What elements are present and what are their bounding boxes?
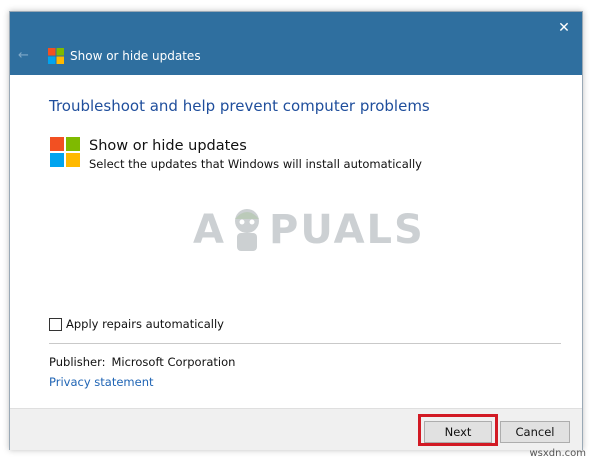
windows-logo-icon [48,48,64,64]
page-heading: Troubleshoot and help prevent computer p… [49,97,430,115]
tool-description: Select the updates that Windows will ins… [89,157,422,171]
divider [49,343,561,344]
close-icon: ✕ [558,20,570,36]
watermark-right-text: PUALS [269,207,425,253]
mascot-icon [235,209,259,251]
title-bar: ✕ ← Show or hide updates [10,12,582,75]
tool-title: Show or hide updates [89,138,247,154]
watermark-left-text: A [193,207,226,253]
back-button[interactable]: ← [18,49,36,63]
close-button[interactable]: ✕ [554,18,574,38]
button-footer: Next Cancel [10,408,582,450]
site-watermark: wsxdn.com [529,448,586,459]
window-title: Show or hide updates [70,49,201,63]
publisher-label: Publisher: [49,355,106,369]
back-arrow-icon: ← [18,48,29,63]
troubleshooter-window: ✕ ← Show or hide updates Troubleshoot an… [9,11,583,450]
next-button[interactable]: Next [424,421,492,443]
windows-logo-large-icon [50,137,80,167]
cancel-button[interactable]: Cancel [500,421,570,443]
apply-repairs-checkbox[interactable] [49,318,62,331]
privacy-statement-link[interactable]: Privacy statement [49,375,154,389]
appuals-watermark: A PUALS [193,203,423,259]
publisher-name: Microsoft Corporation [111,355,236,369]
publisher-info: Publisher: Microsoft Corporation [49,355,235,369]
apply-repairs-label[interactable]: Apply repairs automatically [66,317,224,331]
